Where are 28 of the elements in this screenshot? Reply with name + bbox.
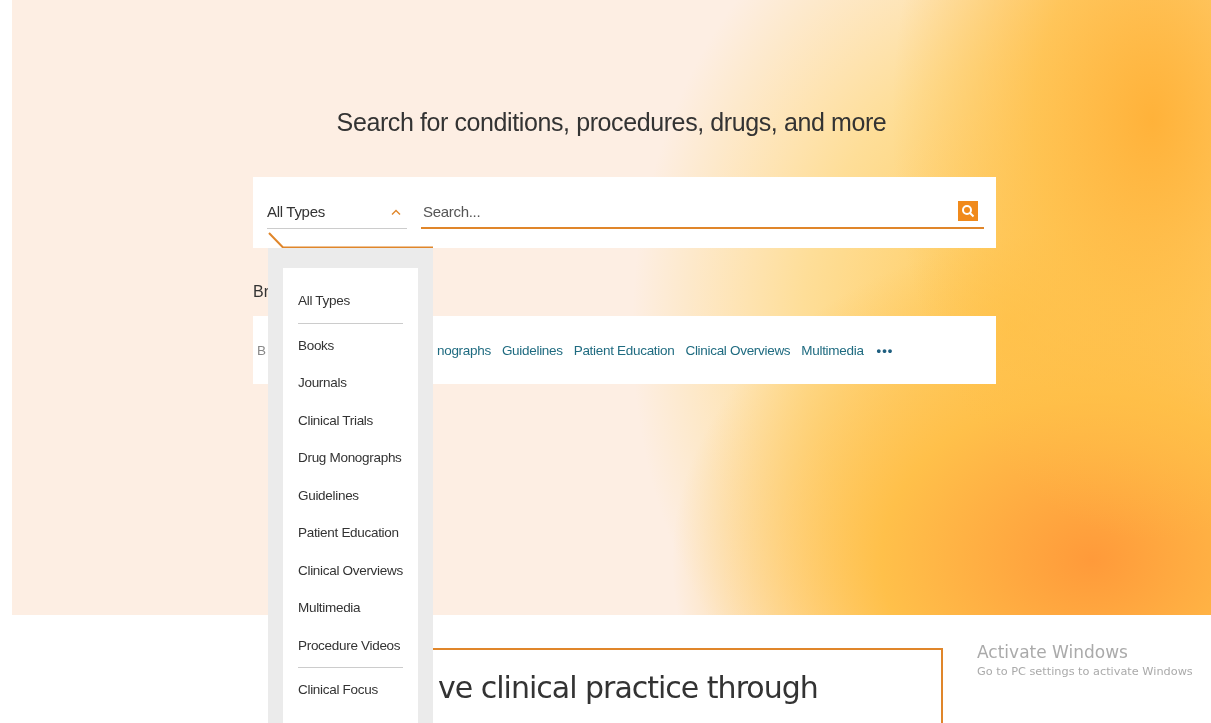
- browse-link[interactable]: Patient Education: [573, 342, 675, 358]
- menu-item[interactable]: Journals: [298, 364, 403, 402]
- browse-link[interactable]: B: [257, 342, 266, 358]
- menu-item[interactable]: Guidelines: [298, 476, 403, 514]
- browse-link[interactable]: Clinical Overviews: [685, 342, 791, 358]
- menu-item[interactable]: Clinical Focus: [298, 671, 403, 709]
- more-button[interactable]: •••: [876, 342, 894, 358]
- menu-item[interactable]: Clinical Overviews: [298, 551, 403, 589]
- search-icon: [961, 204, 975, 218]
- menu-item[interactable]: Drug Monographs: [298, 439, 403, 477]
- type-select[interactable]: All Types: [267, 199, 407, 229]
- browse-link[interactable]: nographs: [437, 342, 491, 358]
- menu-item[interactable]: Clinical Trials: [298, 401, 403, 439]
- browse-title: Br: [253, 283, 269, 302]
- browse-link[interactable]: Guidelines: [501, 342, 563, 358]
- search-button[interactable]: [958, 201, 978, 221]
- caret-up-icon: [391, 208, 401, 215]
- menu-item[interactable]: Procedure Videos: [298, 626, 403, 664]
- menu-item[interactable]: Patient Education: [298, 514, 403, 552]
- activation-message: Go to PC settings to activate Windows: [977, 665, 1193, 678]
- menu-item[interactable]: All Types: [298, 282, 403, 320]
- menu-item[interactable]: Multimedia: [298, 589, 403, 627]
- browse-link[interactable]: Multimedia: [801, 342, 864, 358]
- search-field[interactable]: Search...: [421, 201, 958, 221]
- feature-heading: ve clinical practice through: [438, 670, 819, 705]
- activation-title: Activate Windows: [977, 642, 1129, 662]
- hero-heading: Search for conditions, procedures, drugs, and more: [335, 108, 888, 138]
- menu-item[interactable]: Books: [298, 326, 403, 364]
